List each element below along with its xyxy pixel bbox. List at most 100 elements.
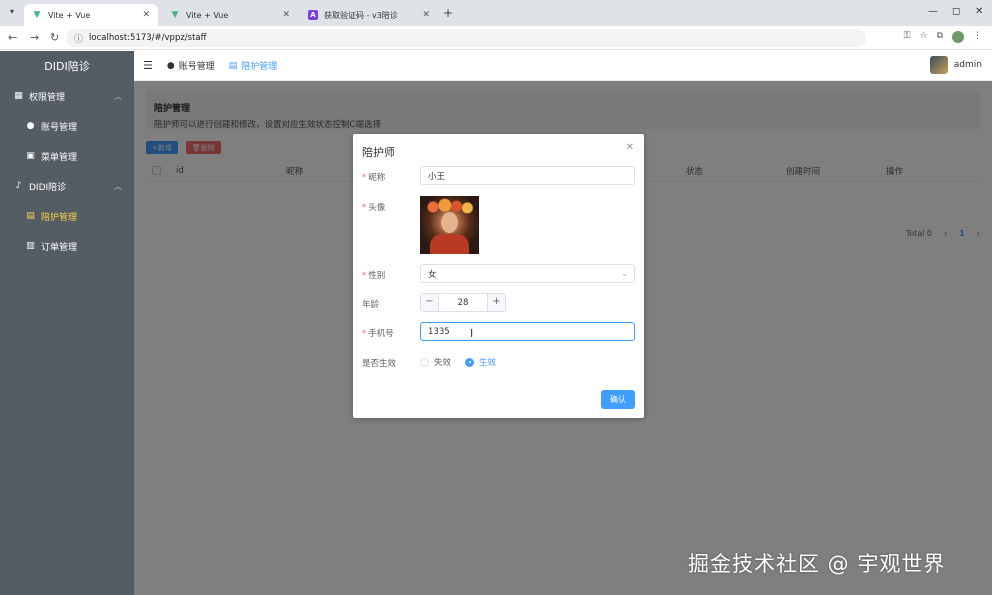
browser-tab-3[interactable]: A 获取验证码 - v3陪诊 ✕ <box>300 4 438 26</box>
tab-label: 账号管理 <box>178 62 215 72</box>
watermark: 掘金技术社区 @ 宇观世界 <box>688 552 946 576</box>
select-value: 女 <box>428 269 437 280</box>
restore-icon[interactable]: ◻ <box>952 6 960 17</box>
grid-icon: ▦ <box>14 90 23 101</box>
browser-tab-title: 获取验证码 - v3陪诊 <box>324 10 398 20</box>
profile-avatar[interactable] <box>952 31 964 43</box>
star-icon[interactable]: ☆ <box>919 31 927 43</box>
minimize-icon[interactable]: — <box>928 6 938 17</box>
label-text: 手机号 <box>368 329 394 339</box>
reload-icon[interactable]: ↻ <box>50 31 59 44</box>
sidebar-item-label: 账号管理 <box>41 122 78 133</box>
age-value[interactable]: 28 <box>439 298 487 308</box>
label-text: 头像 <box>368 203 386 213</box>
face <box>441 212 458 233</box>
sidebar-item-staff[interactable]: ▤ 陪护管理 <box>0 201 134 231</box>
chevron-up-icon: ︿ <box>114 91 122 101</box>
age-label: 年龄 <box>362 298 379 310</box>
age-stepper[interactable]: − 28 + <box>420 293 506 312</box>
tab-staff[interactable]: ▤ 陪护管理 <box>228 59 278 73</box>
key-icon[interactable]: ⚿ <box>904 31 911 43</box>
app-header: ☰ ● 账号管理 ▤ 陪护管理 admin <box>134 51 992 81</box>
label-text: 是否生效 <box>362 359 397 369</box>
input-value: 1335 <box>428 326 450 337</box>
close-icon[interactable]: ✕ <box>626 142 634 153</box>
url-text: localhost:5173/#/vppz/staff <box>89 33 207 43</box>
sidebar-group-permissions[interactable]: ▦ 权限管理 ︿ <box>0 81 134 111</box>
new-tab-plus-icon[interactable]: + <box>443 6 453 20</box>
active-radio-group: 失效 生效 <box>420 356 496 368</box>
browser-tab-2[interactable]: ▼ Vite + Vue ✕ <box>162 4 298 26</box>
more-menu-icon[interactable]: ⋮ <box>973 31 982 43</box>
vite-icon: ▼ <box>171 10 179 20</box>
list-icon: ▥ <box>26 240 35 251</box>
chevron-down-icon: ⌄ <box>621 269 628 278</box>
increment-button[interactable]: + <box>487 294 505 311</box>
back-arrow-icon[interactable]: ← <box>8 31 17 44</box>
body <box>430 234 469 254</box>
browser-tabstrip: ▾ ▼ Vite + Vue ✕ ▼ Vite + Vue ✕ A 获取验证码 … <box>0 0 992 26</box>
toolbar-icons: ⚿ ☆ ⧉ ⋮ <box>904 31 982 43</box>
tab-search-icon[interactable]: ▾ <box>6 7 18 19</box>
document-icon: ▤ <box>26 210 35 221</box>
radio-label: 失效 <box>434 358 452 368</box>
phone-label: * 手机号 <box>362 329 394 339</box>
sidebar: DIDI陪诊 ▦ 权限管理 ︿ ● 账号管理 ▣ 菜单管理 ♪ DIDI陪诊 ︿… <box>0 51 134 595</box>
label-text: 昵称 <box>368 173 386 183</box>
extensions-icon[interactable]: ⧉ <box>937 31 943 43</box>
avatar <box>929 56 948 74</box>
radio-circle[interactable] <box>420 357 429 367</box>
tab-label: 陪护管理 <box>241 62 278 72</box>
sidebar-group-label: 权限管理 <box>29 92 66 103</box>
close-icon[interactable]: ✕ <box>142 10 150 20</box>
tab-accounts[interactable]: ● 账号管理 <box>166 59 215 73</box>
username: admin <box>953 60 982 70</box>
radio-circle[interactable] <box>465 357 475 367</box>
sidebar-item-label: 订单管理 <box>41 242 78 253</box>
gender-select[interactable]: 女 ⌄ <box>420 264 635 283</box>
nickname-input[interactable]: 小王 <box>420 166 635 185</box>
radio-label: 生效 <box>479 358 497 368</box>
sidebar-item-label: 陪护管理 <box>41 212 78 223</box>
bell-icon: ♪ <box>15 180 22 191</box>
window-close-icon[interactable]: ✕ <box>975 6 983 17</box>
radio-active[interactable]: 生效 <box>465 356 496 368</box>
phone-input[interactable]: 1335 <box>420 322 635 341</box>
avatar-label: * 头像 <box>362 203 386 213</box>
user-icon: ● <box>166 60 175 71</box>
user-menu[interactable]: admin <box>929 56 982 74</box>
sidebar-item-accounts[interactable]: ● 账号管理 <box>0 111 134 141</box>
sidebar-group-didi[interactable]: ♪ DIDI陪诊 ︿ <box>0 171 134 201</box>
confirm-button[interactable]: 确认 <box>601 390 635 409</box>
forward-arrow-icon[interactable]: → <box>30 31 39 44</box>
nickname-label: * 昵称 <box>362 173 386 183</box>
label-text: 性别 <box>368 271 386 281</box>
apifox-icon: A <box>308 10 318 20</box>
close-icon[interactable]: ✕ <box>422 10 430 20</box>
browser-tab-title: Vite + Vue <box>186 10 229 20</box>
close-icon[interactable]: ✕ <box>282 10 290 20</box>
vite-icon: ▼ <box>33 10 41 20</box>
text-cursor-icon: I <box>470 327 474 340</box>
document-icon: ▤ <box>228 60 238 71</box>
browser-tab-title: Vite + Vue <box>48 10 91 20</box>
menu-icon: ▣ <box>26 150 35 161</box>
active-label: 是否生效 <box>362 357 396 369</box>
chevron-up-icon: ︿ <box>114 181 122 191</box>
avatar-image[interactable] <box>420 196 479 254</box>
staff-dialog: 陪护师 ✕ * 昵称 小王 * 头像 * 性别 女 ⌄ 年龄 − 28 + * 手机号 … <box>353 134 644 418</box>
sidebar-item-menus[interactable]: ▣ 菜单管理 <box>0 141 134 171</box>
site-info-icon[interactable]: ⓘ <box>74 32 83 45</box>
user-icon: ● <box>26 120 35 131</box>
hamburger-icon[interactable]: ☰ <box>143 59 153 72</box>
sidebar-item-label: 菜单管理 <box>41 152 78 163</box>
label-text: 年龄 <box>362 300 380 310</box>
browser-tab-1[interactable]: ▼ Vite + Vue ✕ <box>24 4 158 26</box>
address-bar[interactable]: ⓘ localhost:5173/#/vppz/staff <box>66 29 866 47</box>
radio-inactive[interactable]: 失效 <box>420 356 451 368</box>
input-value: 小王 <box>428 171 446 182</box>
brand-title: DIDI陪诊 <box>44 60 90 73</box>
sidebar-item-orders[interactable]: ▥ 订单管理 <box>0 231 134 261</box>
decrement-button[interactable]: − <box>421 294 439 311</box>
dialog-title: 陪护师 <box>362 146 395 159</box>
